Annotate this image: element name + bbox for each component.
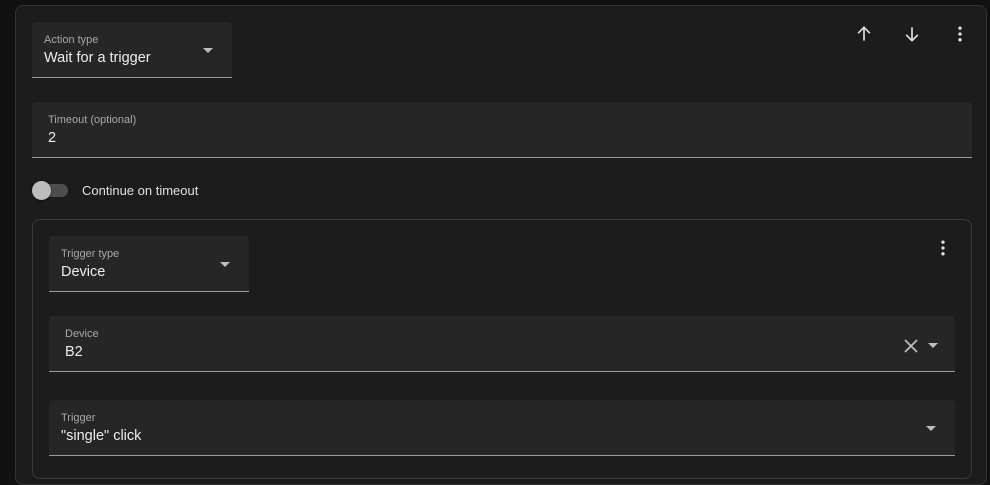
dots-vertical-icon	[958, 26, 962, 42]
toggle-thumb	[32, 181, 51, 200]
chevron-down-icon	[928, 343, 938, 348]
device-select[interactable]: Device B2	[49, 316, 955, 372]
continue-on-timeout-label: Continue on timeout	[82, 183, 199, 198]
action-menu-button[interactable]	[948, 22, 972, 46]
chevron-down-icon	[220, 262, 230, 267]
move-down-button[interactable]	[900, 22, 924, 46]
timeout-field[interactable]: Timeout (optional) 2	[32, 102, 972, 158]
action-type-label: Action type	[44, 34, 99, 46]
trigger-select-value: "single" click	[61, 428, 142, 444]
trigger-type-label: Trigger type	[61, 248, 120, 260]
trigger-select[interactable]: Trigger "single" click	[49, 400, 955, 456]
action-type-select[interactable]: Action type Wait for a trigger	[32, 22, 232, 78]
trigger-select-label: Trigger	[61, 412, 96, 424]
trigger-type-select[interactable]: Trigger type Device	[49, 236, 249, 292]
arrow-down-icon	[905, 27, 919, 42]
action-type-value: Wait for a trigger	[44, 50, 151, 66]
continue-on-timeout-toggle[interactable]	[32, 180, 70, 200]
chevron-down-icon	[926, 426, 936, 431]
trigger-menu-button[interactable]	[931, 236, 955, 260]
chevron-down-icon	[203, 48, 213, 53]
timeout-label: Timeout (optional)	[48, 114, 137, 126]
move-up-button[interactable]	[852, 22, 876, 46]
clear-device-button[interactable]	[899, 334, 923, 358]
device-value: B2	[65, 344, 83, 360]
close-icon	[904, 339, 918, 353]
arrow-up-icon	[857, 26, 871, 41]
trigger-type-value: Device	[61, 264, 106, 280]
device-label: Device	[65, 328, 99, 340]
dots-vertical-icon	[941, 240, 945, 256]
timeout-value: 2	[48, 130, 57, 146]
